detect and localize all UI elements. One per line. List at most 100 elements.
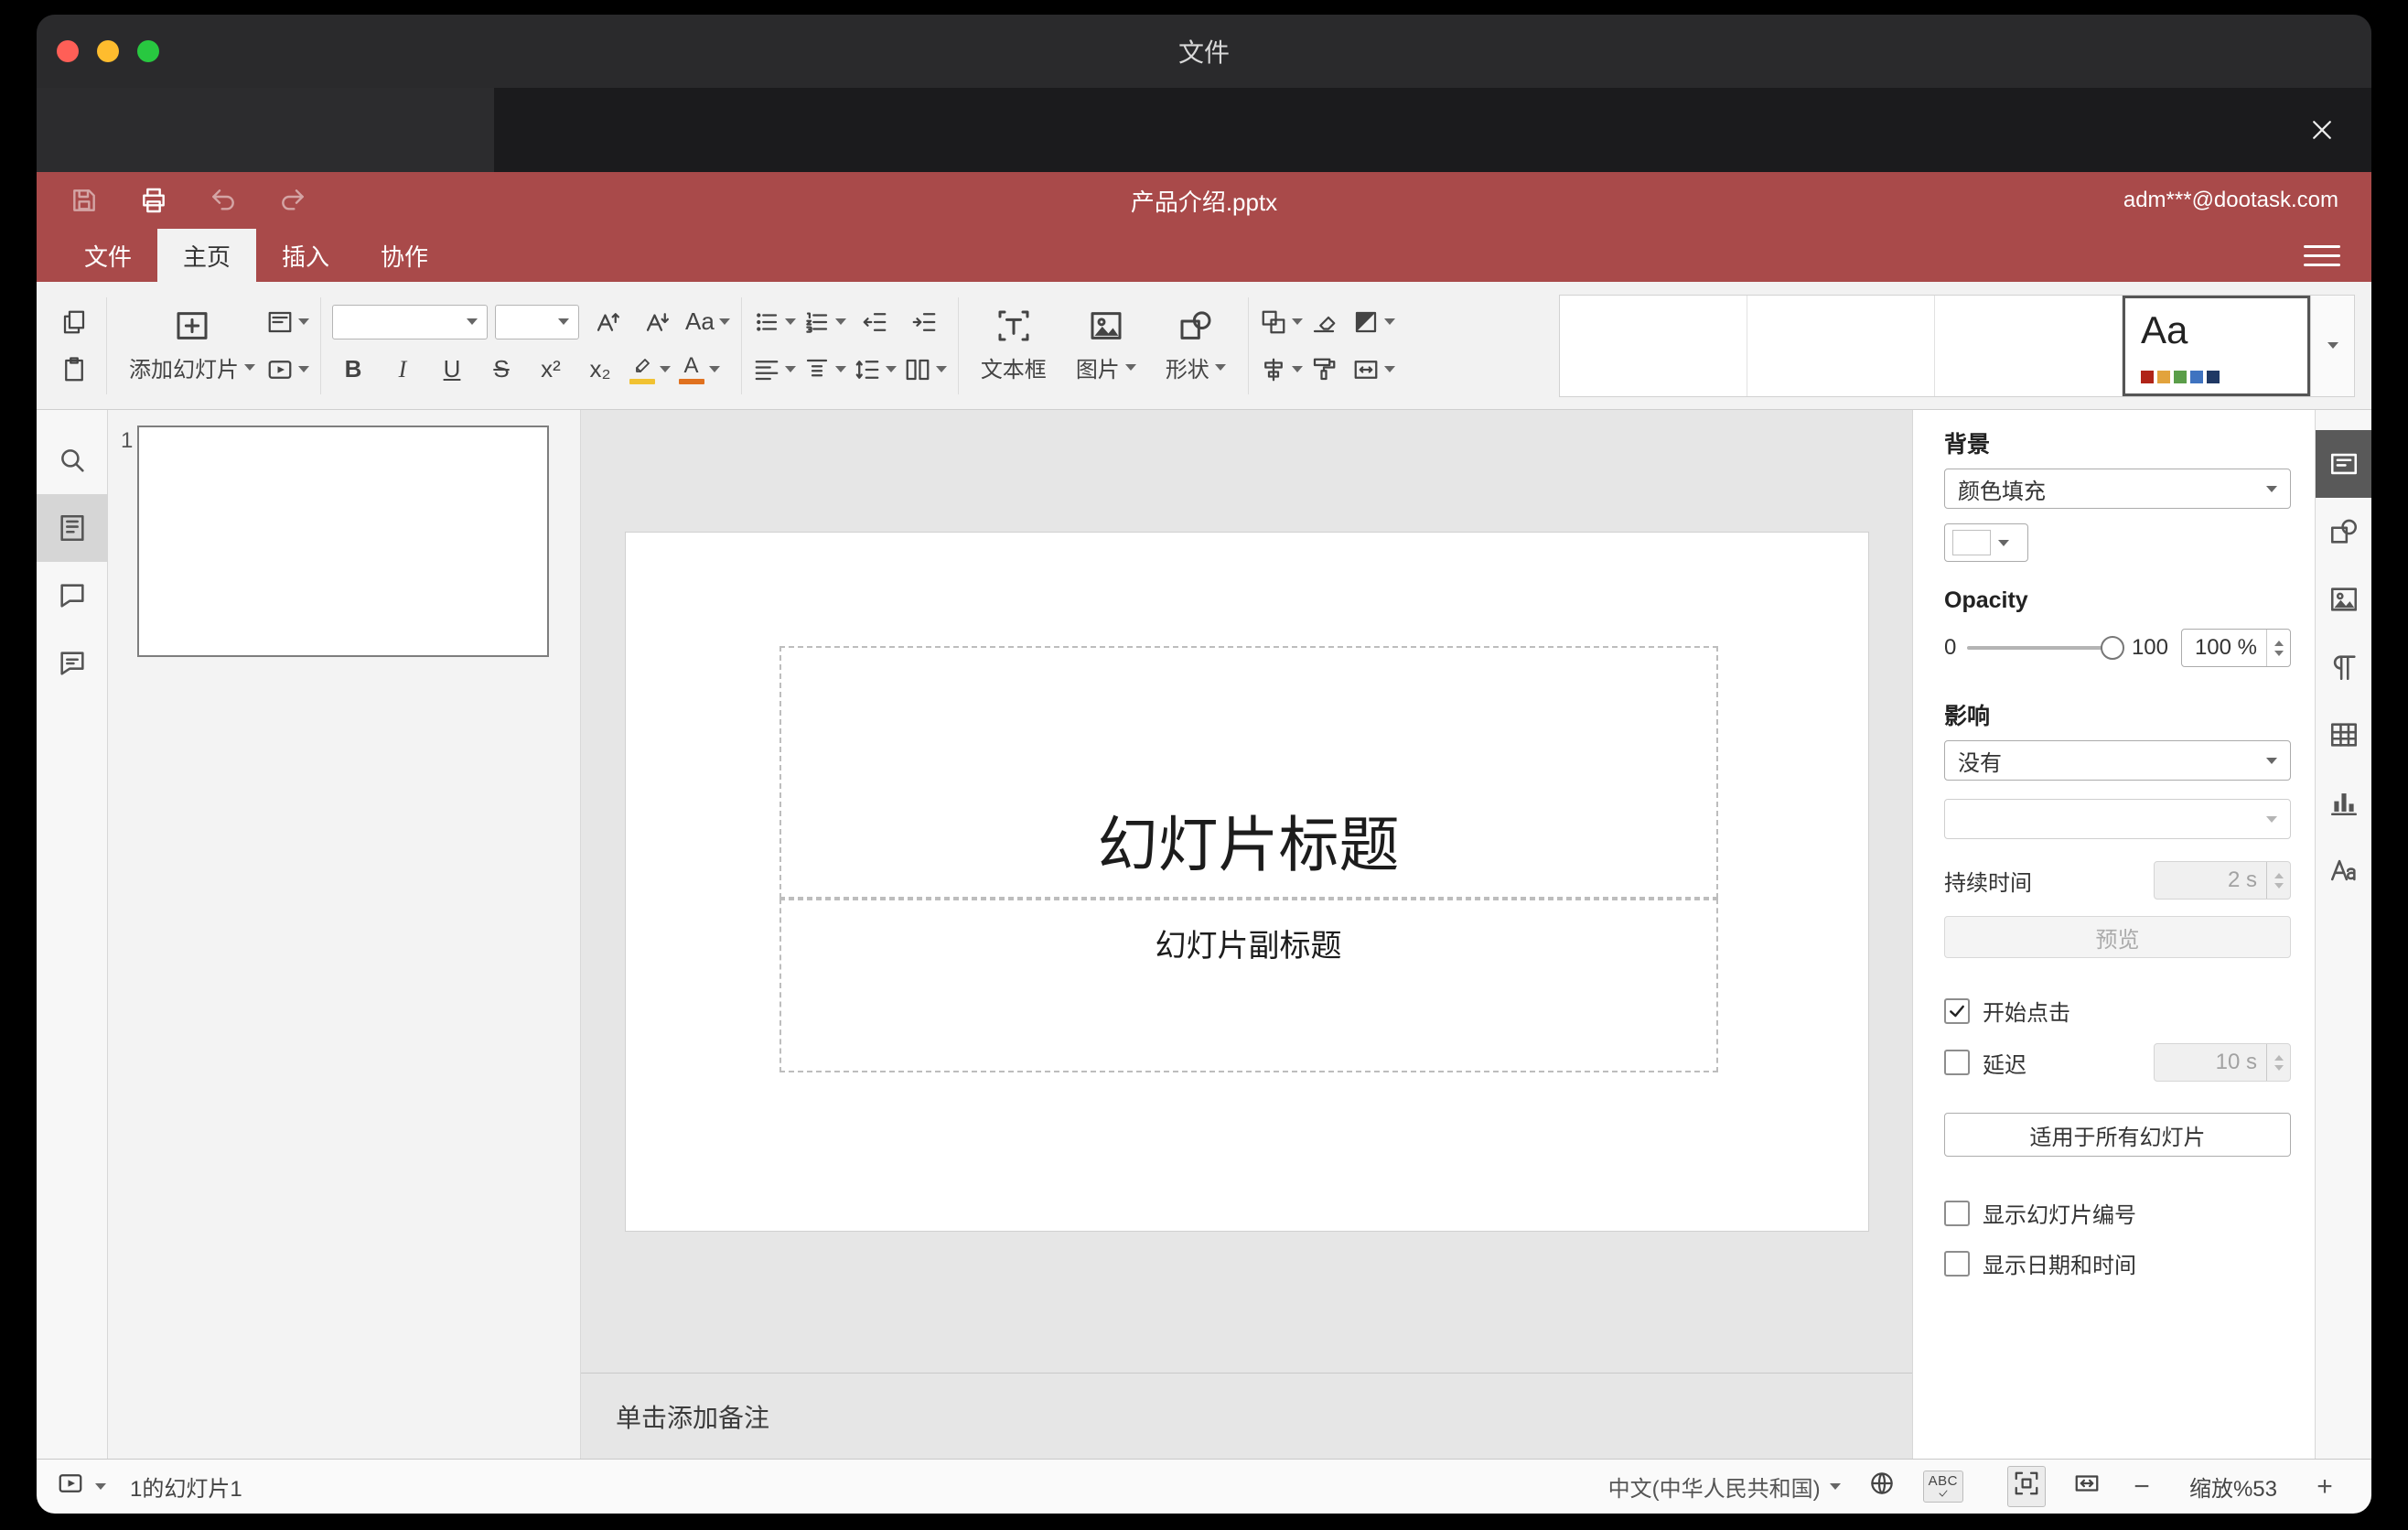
close-window-button[interactable] [57, 40, 79, 62]
delay-spinner[interactable]: 10 s [2154, 1043, 2291, 1082]
increase-indent-button[interactable] [903, 304, 945, 340]
sidebar-item-shape-settings[interactable] [2316, 498, 2372, 566]
slide[interactable]: 幻灯片标题 幻灯片副标题 [624, 532, 1869, 1232]
sidebar-item-comments[interactable] [37, 562, 108, 630]
spellcheck-button[interactable]: ABC [1922, 1471, 1963, 1503]
highlight-color-button[interactable] [629, 351, 671, 388]
preview-button[interactable]: 预览 [1944, 916, 2291, 958]
bold-button[interactable]: B [332, 351, 374, 388]
background-color-picker[interactable] [1944, 523, 2028, 562]
copy-style-button[interactable] [1303, 351, 1345, 388]
shape-fill-button[interactable] [1352, 304, 1395, 340]
sidebar-item-slides[interactable] [37, 494, 108, 562]
opacity-slider-handle[interactable] [2100, 636, 2124, 660]
apply-to-all-slides-button[interactable]: 适用于所有幻灯片 [1944, 1113, 2291, 1157]
sidebar-item-table-settings[interactable] [2316, 701, 2372, 769]
theme-option-3[interactable] [1935, 295, 2123, 396]
language-selector[interactable]: 中文(中华人民共和国) [1608, 1471, 1841, 1503]
delay-checkbox[interactable] [1944, 1050, 1970, 1075]
document-language-button[interactable] [1868, 1470, 1896, 1503]
numbering-button[interactable] [803, 304, 846, 340]
background-fill-select[interactable]: 颜色填充 [1944, 469, 2291, 509]
show-slide-number-checkbox[interactable] [1944, 1200, 1970, 1226]
italic-button[interactable]: I [382, 351, 424, 388]
start-slideshow-statusbar-button[interactable] [57, 1470, 84, 1503]
insert-image-button[interactable]: 图片 [1065, 307, 1147, 383]
sidebar-item-feedback[interactable] [37, 630, 108, 697]
tab-insert[interactable]: 插入 [256, 229, 355, 282]
sidebar-item-image-settings[interactable] [2316, 566, 2372, 633]
theme-gallery-expand-button[interactable] [2311, 294, 2355, 397]
arrange-shapes-button[interactable] [1260, 304, 1303, 340]
increase-font-button[interactable] [586, 304, 629, 340]
duration-spinner[interactable]: 2 s [2154, 861, 2291, 900]
paste-button[interactable] [53, 351, 95, 388]
slide-subtitle-placeholder[interactable]: 幻灯片副标题 [779, 899, 1718, 1072]
line-spacing-button[interactable] [854, 351, 897, 388]
align-shapes-button[interactable] [1260, 351, 1303, 388]
save-icon[interactable] [70, 186, 99, 215]
notes-area[interactable]: 单击添加备注 [581, 1373, 1912, 1459]
strikeout-button[interactable]: S [480, 351, 522, 388]
slide-title-placeholder[interactable]: 幻灯片标题 [779, 646, 1718, 899]
copy-button[interactable] [53, 304, 95, 340]
columns-button[interactable] [904, 351, 947, 388]
tab-collaboration[interactable]: 协作 [355, 229, 454, 282]
chat-icon [57, 648, 88, 679]
chevron-down-icon [935, 366, 947, 372]
bullets-button[interactable] [753, 304, 796, 340]
slide-layout-button[interactable] [266, 304, 309, 340]
fullscreen-window-button[interactable] [137, 40, 159, 62]
fit-to-width-button[interactable] [2073, 1470, 2101, 1503]
duration-label: 持续时间 [1944, 870, 2032, 896]
show-date-time-checkbox[interactable] [1944, 1250, 1970, 1277]
horizontal-align-button[interactable] [753, 351, 796, 388]
change-case-button[interactable]: Aa [685, 304, 730, 340]
tab-file[interactable]: 文件 [59, 229, 157, 282]
minimize-window-button[interactable] [97, 40, 119, 62]
start-on-click-checkbox[interactable] [1944, 997, 1970, 1024]
add-slide-button[interactable]: 添加幻灯片 [118, 307, 266, 383]
zoom-in-button[interactable]: + [2311, 1471, 2338, 1503]
status-bar: 1的幻灯片1 中文(中华人民共和国) ABC − 缩放%53 + [37, 1459, 2371, 1514]
sidebar-item-search[interactable] [37, 426, 108, 494]
undo-icon[interactable] [209, 186, 238, 215]
redo-icon[interactable] [278, 186, 307, 215]
font-color-button[interactable]: A [678, 351, 720, 388]
fit-to-slide-button[interactable] [2007, 1466, 2046, 1507]
vertical-align-button[interactable] [803, 351, 846, 388]
chevron-down-icon[interactable] [95, 1483, 106, 1490]
opacity-spinner[interactable]: 100 % [2181, 629, 2291, 667]
step-down-icon[interactable] [2274, 650, 2284, 656]
insert-shape-button[interactable]: 形状 [1155, 307, 1237, 383]
close-preview-button[interactable] [2302, 110, 2342, 150]
subscript-button[interactable]: x₂ [579, 351, 621, 388]
underline-button[interactable]: U [431, 351, 473, 388]
opacity-slider[interactable] [1967, 636, 2124, 660]
effect-select[interactable]: 没有 [1944, 740, 2291, 781]
theme-option-selected[interactable]: Aa [2123, 295, 2310, 396]
decrease-font-button[interactable] [636, 304, 678, 340]
font-name-select[interactable] [332, 304, 488, 339]
sidebar-item-chart-settings[interactable] [2316, 769, 2372, 836]
sidebar-item-textart-settings[interactable] [2316, 836, 2372, 904]
sidebar-item-slide-settings[interactable] [2315, 430, 2371, 498]
theme-option-2[interactable] [1747, 295, 1935, 396]
hamburger-menu-icon[interactable] [2304, 229, 2340, 282]
sidebar-item-paragraph-settings[interactable] [2316, 633, 2372, 701]
step-up-icon[interactable] [2274, 640, 2284, 646]
textbox-button[interactable]: 文本框 [970, 307, 1058, 383]
theme-option-1[interactable] [1560, 295, 1747, 396]
decrease-indent-button[interactable] [854, 304, 896, 340]
show-date-time-label: 显示日期和时间 [1983, 1254, 2136, 1278]
start-slideshow-button[interactable] [266, 351, 309, 388]
zoom-out-button[interactable]: − [2128, 1471, 2155, 1503]
font-size-select[interactable] [495, 304, 579, 339]
slide-size-button[interactable] [1352, 351, 1395, 388]
print-icon[interactable] [139, 186, 168, 215]
superscript-button[interactable]: x² [530, 351, 572, 388]
clear-style-button[interactable] [1303, 304, 1345, 340]
effect-type-select[interactable] [1944, 799, 2291, 839]
slide-thumbnail[interactable] [137, 426, 549, 657]
tab-home[interactable]: 主页 [157, 229, 257, 282]
